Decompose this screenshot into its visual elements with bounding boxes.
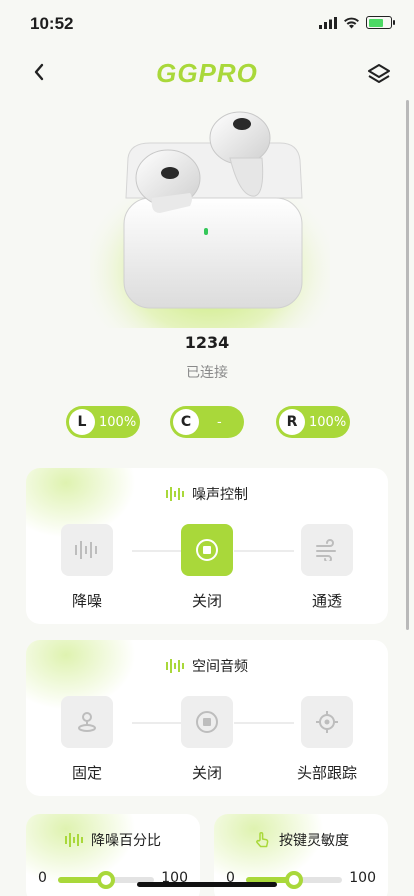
joystick-icon [78, 712, 96, 732]
waveform-icon [65, 833, 83, 847]
stop-icon [196, 539, 218, 561]
spatial-audio-card: 空间音频 固定 关闭 头部跟踪 [26, 640, 388, 796]
target-icon [316, 711, 338, 733]
home-indicator[interactable] [137, 882, 277, 887]
status-time: 10:52 [30, 14, 74, 33]
slider-thumb[interactable] [285, 871, 303, 889]
mode-head-tracking[interactable]: 头部跟踪 [282, 696, 372, 783]
earbuds-image [90, 111, 330, 328]
layers-icon[interactable] [366, 62, 392, 88]
mode-transparency[interactable]: 通透 [282, 524, 372, 611]
anc-percent-title: 降噪百分比 [91, 833, 161, 849]
battery-right: R 100% [276, 406, 350, 438]
noise-control-title: 噪声控制 [192, 487, 248, 503]
mode-head-tracking-label: 头部跟踪 [296, 764, 357, 782]
battery-icon [366, 16, 395, 29]
stop-icon [196, 711, 218, 733]
mode-noise-cancel[interactable]: 降噪 [42, 524, 132, 611]
waveform-icon [166, 487, 184, 501]
mode-spatial-off-label: 关闭 [191, 764, 222, 782]
spatial-audio-title: 空间音频 [192, 659, 248, 675]
mode-off[interactable]: 关闭 [162, 524, 252, 611]
battery-case: C - [170, 406, 244, 438]
mode-spatial-off[interactable]: 关闭 [162, 696, 252, 783]
hand-tap-icon [256, 832, 269, 848]
mode-fixed[interactable]: 固定 [42, 696, 132, 783]
battery-left-value: 100% [99, 414, 137, 430]
waveform-icon [75, 541, 97, 559]
battery-left-letter: L [69, 409, 95, 435]
mode-fixed-label: 固定 [71, 764, 102, 782]
mode-off-label: 关闭 [191, 592, 222, 610]
slider-min: 0 [38, 870, 47, 886]
wind-icon [316, 539, 336, 561]
status-bar: 10:52 [0, 0, 414, 50]
battery-case-value: - [217, 414, 222, 430]
connection-status: 已连接 [186, 365, 228, 381]
battery-left: L 100% [66, 406, 140, 438]
device-name: 1234 [184, 333, 230, 352]
nav-bar: GGPRO [0, 56, 414, 92]
mode-noise-cancel-label: 降噪 [71, 592, 102, 610]
slider-max: 100 [349, 870, 376, 886]
wifi-icon [344, 17, 359, 28]
mode-transparency-label: 通透 [311, 592, 342, 610]
noise-control-card: 噪声控制 降噪 关闭 通透 [26, 468, 388, 624]
battery-right-value: 100% [309, 414, 347, 430]
key-sensitivity-title: 按键灵敏度 [279, 833, 349, 849]
signal-icon [319, 16, 337, 29]
battery-case-letter: C [173, 409, 199, 435]
slider-thumb[interactable] [97, 871, 115, 889]
status-icons [319, 16, 395, 29]
brand-logo: GGPRO [156, 58, 258, 88]
waveform-icon [166, 659, 184, 673]
battery-right-letter: R [279, 409, 305, 435]
